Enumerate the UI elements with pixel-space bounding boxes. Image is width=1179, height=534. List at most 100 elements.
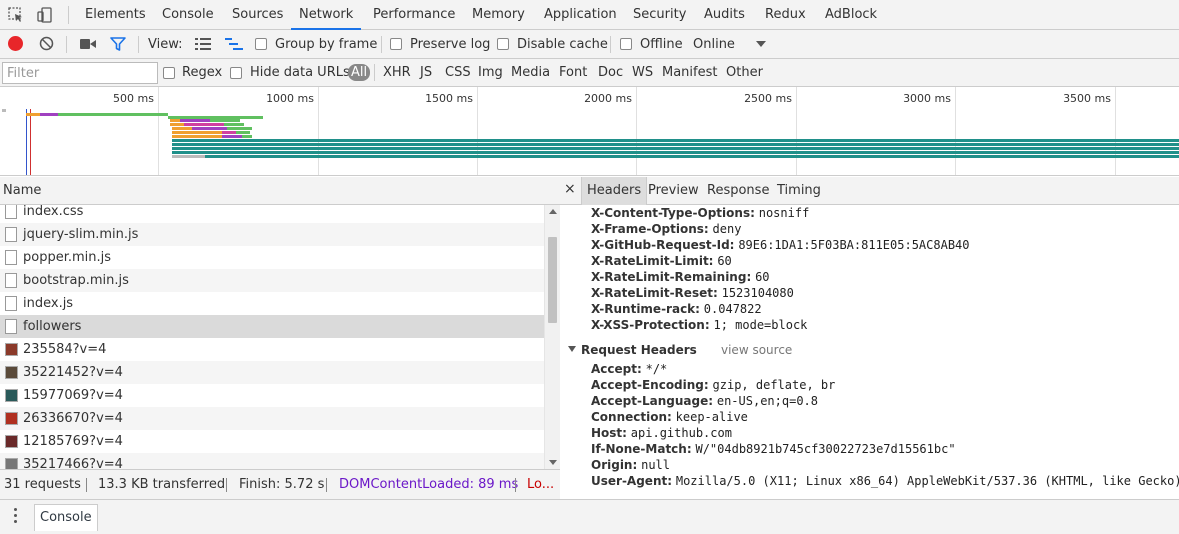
details-tab-response[interactable]: Response xyxy=(702,177,774,205)
scroll-up-icon[interactable] xyxy=(549,209,557,214)
tab-redux[interactable]: Redux xyxy=(765,0,806,30)
request-list-scrollbar[interactable] xyxy=(544,205,560,469)
drawer-tab-console[interactable]: Console xyxy=(34,504,98,531)
request-row[interactable]: followers xyxy=(0,315,544,338)
request-name: popper.min.js xyxy=(23,250,112,265)
offline-label[interactable]: Offline xyxy=(640,37,683,52)
network-overview-timeline[interactable]: 500 ms 1000 ms 1500 ms 2000 ms 2500 ms 3000 m… xyxy=(0,87,1179,176)
filter-input[interactable] xyxy=(2,62,158,84)
request-count: 31 requests xyxy=(4,477,81,492)
details-tab-preview[interactable]: Preview xyxy=(643,177,704,205)
device-toolbar-icon[interactable] xyxy=(36,6,54,24)
request-row[interactable]: 35221452?v=4 xyxy=(0,361,544,384)
filter-type-xhr[interactable]: XHR xyxy=(383,65,411,80)
request-name: bootstrap.min.js xyxy=(23,273,129,288)
header-name: Origin: xyxy=(591,458,638,472)
header-value: 1; mode=block xyxy=(713,318,808,332)
header-value: deny xyxy=(712,222,742,236)
tab-audits[interactable]: Audits xyxy=(704,0,745,30)
details-tab-headers[interactable]: Headers xyxy=(581,177,648,205)
timeline-request-bar xyxy=(222,135,242,138)
group-by-frame-checkbox[interactable] xyxy=(255,38,267,50)
request-row[interactable]: index.css xyxy=(0,205,544,223)
image-file-icon xyxy=(5,412,18,425)
header-value: nosniff xyxy=(758,206,810,220)
hide-data-urls-checkbox[interactable] xyxy=(230,67,242,79)
record-icon[interactable] xyxy=(8,36,23,51)
request-row[interactable]: popper.min.js xyxy=(0,246,544,269)
more-options-icon[interactable] xyxy=(14,508,18,524)
header-value: */* xyxy=(645,362,668,376)
request-row[interactable]: 15977069?v=4 xyxy=(0,384,544,407)
request-row[interactable]: index.js xyxy=(0,292,544,315)
filter-type-font[interactable]: Font xyxy=(559,65,587,80)
scrollbar-thumb[interactable] xyxy=(548,237,557,323)
triangle-down-icon xyxy=(568,346,576,352)
view-source-link[interactable]: view source xyxy=(721,343,792,357)
tab-application[interactable]: Application xyxy=(544,0,617,30)
document-file-icon xyxy=(5,250,17,265)
network-toolbar: View: Group by frame Preserve log Disabl… xyxy=(0,30,1179,59)
timeline-request-bar xyxy=(170,119,180,122)
transferred-size: 13.3 KB transferred xyxy=(98,477,226,492)
tab-memory[interactable]: Memory xyxy=(472,0,525,30)
header-value: api.github.com xyxy=(630,426,732,440)
request-row[interactable]: 12185769?v=4 xyxy=(0,430,544,453)
request-name: 235584?v=4 xyxy=(23,342,107,357)
tab-performance[interactable]: Performance xyxy=(373,0,455,30)
throttling-select[interactable]: Online xyxy=(693,37,735,52)
group-by-frame-label[interactable]: Group by frame xyxy=(275,37,377,52)
filter-type-ws[interactable]: WS xyxy=(632,65,653,80)
tab-console[interactable]: Console xyxy=(162,0,214,30)
filter-type-all[interactable]: All xyxy=(348,64,371,81)
request-row[interactable]: bootstrap.min.js xyxy=(0,269,544,292)
timeline-gridline xyxy=(636,87,637,175)
offline-checkbox[interactable] xyxy=(620,38,632,50)
tab-security[interactable]: Security xyxy=(633,0,686,30)
video-camera-icon[interactable] xyxy=(80,38,96,54)
details-tab-timing[interactable]: Timing xyxy=(772,177,826,205)
request-row[interactable]: 26336670?v=4 xyxy=(0,407,544,430)
scroll-down-icon[interactable] xyxy=(549,460,557,465)
disable-cache-label[interactable]: Disable cache xyxy=(517,37,608,52)
request-row[interactable]: 235584?v=4 xyxy=(0,338,544,361)
header-value: W/"04db8921b745cf30022723e7d15561bc" xyxy=(695,442,956,456)
filter-type-doc[interactable]: Doc xyxy=(598,65,623,80)
filter-type-manifest[interactable]: Manifest xyxy=(662,65,717,80)
hide-data-urls-label[interactable]: Hide data URLs xyxy=(250,65,350,80)
filter-type-img[interactable]: Img xyxy=(478,65,503,80)
header-line: X-RateLimit-Remaining: 60 xyxy=(591,270,770,286)
filter-type-js[interactable]: JS xyxy=(420,65,432,80)
preserve-log-label[interactable]: Preserve log xyxy=(410,37,490,52)
filter-icon[interactable] xyxy=(110,37,126,55)
domcontentloaded-time: DOMContentLoaded: 89 ms xyxy=(339,477,519,492)
request-row[interactable]: jquery-slim.min.js xyxy=(0,223,544,246)
filter-type-css[interactable]: CSS xyxy=(445,65,471,80)
filter-type-media[interactable]: Media xyxy=(511,65,550,80)
inspect-element-icon[interactable] xyxy=(7,6,25,24)
tab-adblock[interactable]: AdBlock xyxy=(825,0,877,30)
image-file-icon xyxy=(5,343,18,356)
regex-checkbox[interactable] xyxy=(163,67,175,79)
regex-label[interactable]: Regex xyxy=(182,65,222,80)
disable-cache-checkbox[interactable] xyxy=(497,38,509,50)
timeline-gridline xyxy=(955,87,956,175)
timeline-request-bar xyxy=(224,123,244,126)
load-time: Lo... xyxy=(527,477,555,492)
clear-icon[interactable] xyxy=(39,36,54,55)
header-value: 0.047822 xyxy=(703,302,762,316)
waterfall-view-icon[interactable] xyxy=(225,38,243,54)
timeline-request-bar xyxy=(26,113,40,116)
preserve-log-checkbox[interactable] xyxy=(390,38,402,50)
request-row[interactable]: 35217466?v=4 xyxy=(0,453,544,469)
request-name: 35217466?v=4 xyxy=(23,457,123,469)
list-view-icon[interactable] xyxy=(195,38,211,54)
tab-network[interactable]: Network xyxy=(291,0,362,30)
tab-elements[interactable]: Elements xyxy=(85,0,146,30)
close-icon[interactable]: × xyxy=(564,181,576,197)
filter-type-other[interactable]: Other xyxy=(726,65,763,80)
name-column-header[interactable]: Name xyxy=(0,177,560,205)
request-headers-section-toggle[interactable]: Request Headers xyxy=(568,343,697,357)
chevron-down-icon[interactable] xyxy=(756,41,766,47)
tab-sources[interactable]: Sources xyxy=(232,0,283,30)
